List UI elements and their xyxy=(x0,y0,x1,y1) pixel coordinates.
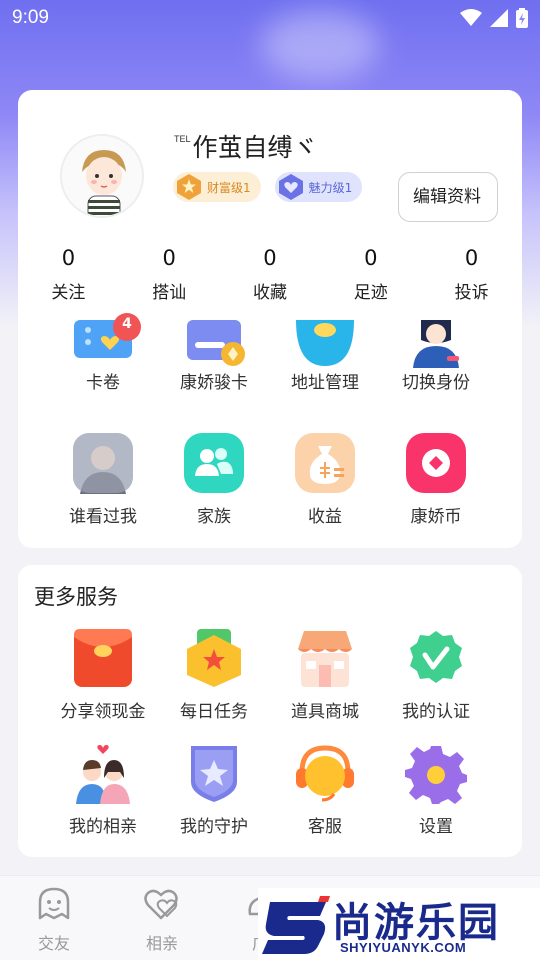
location-icon xyxy=(294,320,356,382)
tool-earnings[interactable]: 收益 xyxy=(269,432,381,527)
stat-complaints[interactable]: 0 投诉 xyxy=(421,246,522,303)
service-label: 我的守护 xyxy=(180,817,248,837)
stats-row: 0 关注 0 搭讪 0 收藏 0 足迹 0 投诉 xyxy=(18,246,522,303)
nickname-row: TEL 作茧自缚ヾ xyxy=(174,128,318,164)
service-label: 每日任务 xyxy=(180,702,248,722)
charm-heart-icon xyxy=(278,174,303,200)
service-customer-service[interactable]: 客服 xyxy=(269,742,381,837)
tool-switch-identity[interactable]: 切换身份 xyxy=(380,320,492,393)
tools-card: 4 卡卷 康娇骏卡 地址管理 切换身份 谁看过我 家族 收益 康娇币 xyxy=(18,313,522,548)
family-icon xyxy=(183,432,245,494)
tool-family[interactable]: 家族 xyxy=(158,432,270,527)
status-icons xyxy=(460,8,528,28)
ghost-face-icon xyxy=(38,887,70,920)
service-label: 我的认证 xyxy=(402,702,470,722)
stat-count: 0 xyxy=(61,246,76,270)
stat-label: 关注 xyxy=(51,283,86,303)
tool-label: 家族 xyxy=(197,507,231,527)
stat-count: 0 xyxy=(464,246,479,270)
tel-mark: TEL xyxy=(174,134,191,144)
service-label: 客服 xyxy=(308,817,342,837)
service-guardian[interactable]: 我的守护 xyxy=(158,742,270,837)
customer-service-icon xyxy=(294,742,356,804)
tool-address[interactable]: 地址管理 xyxy=(269,320,381,393)
section-title: 更多服务 xyxy=(34,585,118,609)
couple-icon xyxy=(72,742,134,804)
identity-icon xyxy=(405,320,467,382)
watermark-logo: 尚游乐园 SHYIYUANYK.COM xyxy=(258,888,540,960)
stat-label: 足迹 xyxy=(353,283,388,303)
stat-label: 收藏 xyxy=(252,283,287,303)
tool-label: 康娇币 xyxy=(410,507,462,527)
signal-icon xyxy=(490,9,508,27)
tool-label: 收益 xyxy=(308,507,342,527)
wifi-icon xyxy=(460,9,482,26)
stat-footprints[interactable]: 0 足迹 xyxy=(320,246,421,303)
stat-count: 0 xyxy=(263,246,277,270)
service-label: 我的相亲 xyxy=(69,817,137,837)
nickname: 作茧自缚ヾ xyxy=(192,133,318,162)
level-badges: 财富级1 魅力级1 xyxy=(173,172,363,202)
stat-label: 搭讪 xyxy=(152,283,187,303)
profile-card: TEL 作茧自缚ヾ 财富级1 魅力级1 编辑资料 0 关注 0 搭讪 0 收藏 … xyxy=(18,90,522,330)
service-label: 道具商城 xyxy=(291,702,359,722)
service-matchmaking[interactable]: 我的相亲 xyxy=(47,742,159,837)
status-bar: 9:09 xyxy=(0,0,540,36)
watermark-s-logo-icon xyxy=(262,896,330,954)
service-label: 分享领现金 xyxy=(60,702,146,722)
nav-item-friends[interactable]: 交友 xyxy=(14,886,94,954)
settings-gear-icon xyxy=(405,742,467,804)
battery-icon xyxy=(516,8,528,28)
service-share-cash[interactable]: 分享领现金 xyxy=(47,627,159,722)
coin-icon xyxy=(405,432,467,494)
stat-chatup[interactable]: 0 搭讪 xyxy=(119,246,220,303)
service-label: 设置 xyxy=(419,817,453,837)
charm-level-badge[interactable]: 魅力级1 xyxy=(274,172,363,202)
hearts-icon xyxy=(144,889,178,920)
stat-count: 0 xyxy=(162,246,176,270)
status-time: 9:09 xyxy=(12,7,49,28)
service-prop-shop[interactable]: 道具商城 xyxy=(269,627,381,722)
ticket-icon: 4 xyxy=(72,313,141,382)
wealth-hexagon-icon xyxy=(177,174,201,200)
stat-label: 投诉 xyxy=(454,283,489,303)
watermark-subtitle: SHYIYUANYK.COM xyxy=(340,940,467,955)
tool-vip-card[interactable]: 康娇骏卡 xyxy=(158,320,270,393)
avatar[interactable] xyxy=(60,134,144,218)
service-daily-tasks[interactable]: 每日任务 xyxy=(158,627,270,722)
stat-count: 0 xyxy=(364,246,378,270)
service-settings[interactable]: 设置 xyxy=(380,742,492,837)
card-icon xyxy=(183,320,245,382)
tool-coupons[interactable]: 4 卡卷 xyxy=(47,313,159,393)
nav-item-matchmaking[interactable]: 相亲 xyxy=(122,886,202,954)
stat-following[interactable]: 0 关注 xyxy=(18,246,119,303)
verified-icon xyxy=(405,627,467,689)
tool-label: 谁看过我 xyxy=(69,507,137,527)
tool-visitors[interactable]: 谁看过我 xyxy=(47,432,159,527)
red-envelope-icon xyxy=(72,627,134,689)
edit-profile-button[interactable]: 编辑资料 xyxy=(398,172,498,222)
nav-label: 相亲 xyxy=(145,934,178,953)
coupon-count-badge: 4 xyxy=(122,316,132,332)
shield-star-icon xyxy=(183,742,245,804)
nav-label: 交友 xyxy=(37,934,70,953)
shop-icon xyxy=(294,627,356,689)
more-services-card: 更多服务 分享领现金 每日任务 道具商城 我的认证 我的相亲 我的守护 客服 设… xyxy=(18,565,522,857)
charm-level-label: 魅力级1 xyxy=(308,180,353,195)
wealth-level-badge[interactable]: 财富级1 xyxy=(173,172,261,202)
task-icon xyxy=(183,627,245,689)
service-verification[interactable]: 我的认证 xyxy=(380,627,492,722)
stat-favorites[interactable]: 0 收藏 xyxy=(220,246,321,303)
money-bag-icon xyxy=(294,432,356,494)
tool-coins[interactable]: 康娇币 xyxy=(380,432,492,527)
wealth-level-label: 财富级1 xyxy=(207,180,251,195)
visitor-avatar-icon xyxy=(72,432,134,494)
